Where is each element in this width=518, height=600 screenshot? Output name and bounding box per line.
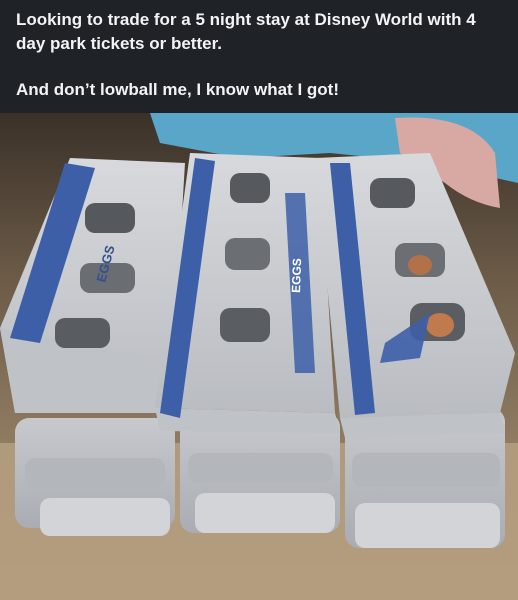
carton-label-middle: EGGS [289, 258, 304, 293]
brown-egg [426, 313, 454, 337]
social-post: Looking to trade for a 5 night stay at D… [0, 0, 518, 600]
post-photo[interactable]: EGGS EGGS [0, 113, 518, 600]
egg-cartons-photo: EGGS EGGS [0, 113, 518, 600]
post-text: Looking to trade for a 5 night stay at D… [16, 8, 506, 102]
post-line-2: And don’t lowball me, I know what I got! [16, 80, 339, 99]
post-line-1: Looking to trade for a 5 night stay at D… [16, 10, 476, 53]
bottom-carton-left [15, 418, 175, 536]
brown-egg [408, 255, 432, 275]
